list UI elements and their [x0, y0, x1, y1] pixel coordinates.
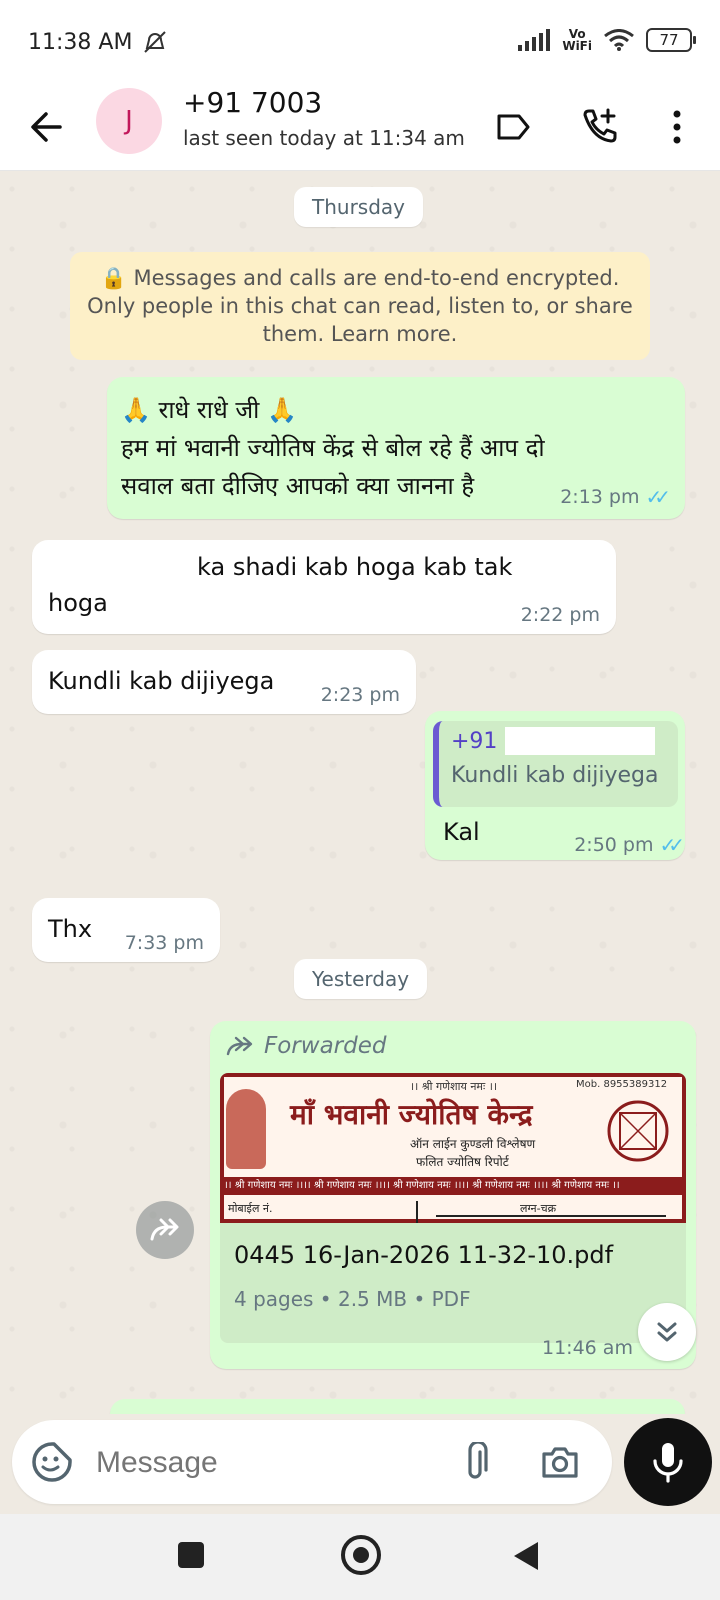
- phone-add-icon: [583, 108, 617, 143]
- document-info[interactable]: 0445 16-Jan-2026 11-32-10.pdf 4 pages • …: [220, 1223, 686, 1343]
- message-bubble-incoming[interactable]: ka shadi kab hoga kab tak hoga 2:22 pm: [32, 540, 616, 634]
- chat-area[interactable]: Thursday 🔒 Messages and calls are end-to…: [0, 171, 720, 1414]
- label-button[interactable]: [488, 102, 538, 152]
- forward-button[interactable]: [136, 1201, 194, 1259]
- quote-text: Kundli kab dijiyega: [451, 763, 659, 788]
- message-time: 2:13 pm: [560, 486, 640, 508]
- last-seen-status[interactable]: last seen today at 11:34 am: [183, 126, 465, 150]
- message-time: 2:22 pm: [520, 604, 600, 626]
- label-icon: [497, 114, 530, 140]
- message-time: 2:50 pm: [574, 834, 654, 856]
- home-button[interactable]: [341, 1535, 381, 1575]
- double-chevron-down-icon: [657, 1322, 677, 1342]
- vowifi-icon: Vo WiFi: [562, 27, 592, 53]
- date-chip-yesterday: Yesterday: [294, 959, 428, 999]
- document-thumbnail[interactable]: ।। श्री गणेशाय नमः ।। Mob. 8955389312 मा…: [220, 1073, 686, 1223]
- ganesha-image: [226, 1089, 266, 1169]
- camera-icon: [542, 1447, 578, 1478]
- camera-button[interactable]: [540, 1444, 580, 1484]
- read-receipt-icon: ✓✓: [659, 833, 684, 857]
- forward-icon: [226, 1036, 253, 1056]
- message-text: Kundli kab dijiyega: [48, 667, 275, 695]
- signal-icon: [518, 29, 551, 51]
- message-bubble-outgoing[interactable]: [110, 1399, 685, 1414]
- message-text: ka shadi kab hoga kab tak: [197, 553, 513, 581]
- message-bubble-incoming[interactable]: Thx 7:33 pm: [32, 898, 220, 962]
- more-vert-icon: [673, 110, 681, 144]
- message-time: 2:23 pm: [320, 684, 400, 706]
- message-text: हम मां भवानी ज्योतिष केंद्र से बोल रहे ह…: [121, 434, 545, 462]
- status-icons: Vo WiFi 77: [518, 27, 696, 53]
- message-bubble-outgoing[interactable]: 🙏 राधे राधे जी 🙏 हम मां भवानी ज्योतिष के…: [107, 377, 685, 519]
- sticker-button[interactable]: [30, 1440, 74, 1488]
- date-chip-thursday: Thursday: [294, 187, 423, 227]
- voice-record-button[interactable]: [624, 1418, 712, 1506]
- quote-sender: +91: [451, 728, 498, 754]
- attach-button[interactable]: [460, 1440, 490, 1486]
- document-header-band: ।। श्री गणेशाय नमः ।।।। श्री गणेशाय नमः …: [224, 1177, 682, 1195]
- chakra-icon: [607, 1100, 669, 1162]
- system-nav-bar: [0, 1514, 720, 1600]
- alarm-off-icon: [144, 31, 166, 53]
- message-bubble-incoming[interactable]: Kundli kab dijiyega 2:23 pm: [32, 650, 416, 714]
- message-time: 11:46 am: [542, 1337, 633, 1359]
- avatar[interactable]: J: [96, 88, 162, 154]
- contact-name[interactable]: +91 7003: [183, 86, 322, 119]
- status-bar: 11:38 AM Vo WiFi 77: [0, 0, 720, 84]
- message-time: 7:33 pm: [124, 932, 204, 954]
- message-input[interactable]: [94, 1438, 458, 1488]
- wifi-icon: [604, 29, 634, 51]
- message-meta: 2:50 pm ✓✓: [574, 833, 685, 857]
- read-receipt-icon: ✓✓: [645, 485, 670, 509]
- sticker-icon: [32, 1442, 72, 1482]
- forwarded-label: Forwarded: [226, 1033, 386, 1059]
- document-meta: 4 pages • 2.5 MB • PDF: [234, 1287, 471, 1311]
- encryption-notice[interactable]: 🔒 Messages and calls are end-to-end encr…: [70, 252, 650, 360]
- arrow-left-icon: [31, 112, 62, 142]
- message-input-bar: [12, 1420, 612, 1504]
- back-nav-button[interactable]: [512, 1540, 540, 1572]
- message-text: 🙏 राधे राधे जी 🙏: [121, 396, 297, 424]
- message-meta: 2:13 pm ✓✓: [560, 485, 671, 509]
- add-call-button[interactable]: [574, 102, 624, 152]
- redaction-block: [505, 727, 656, 755]
- message-text: Thx: [48, 915, 93, 943]
- reply-quote[interactable]: +91 Kundli kab dijiyega: [433, 721, 678, 807]
- forward-icon: [150, 1218, 179, 1241]
- paperclip-icon: [468, 1440, 488, 1479]
- more-options-button[interactable]: [652, 102, 702, 152]
- back-button[interactable]: [22, 102, 72, 152]
- message-text: Kal: [443, 818, 480, 846]
- status-time: 11:38 AM: [28, 30, 133, 55]
- recents-button[interactable]: [178, 1542, 204, 1568]
- document-filename: 0445 16-Jan-2026 11-32-10.pdf: [234, 1241, 614, 1269]
- microphone-icon: [653, 1443, 683, 1483]
- battery-icon: 77: [646, 28, 696, 52]
- scroll-to-bottom-button[interactable]: [638, 1303, 696, 1361]
- chat-header: J +91 7003 last seen today at 11:34 am: [0, 84, 720, 171]
- message-text: hoga: [48, 589, 108, 617]
